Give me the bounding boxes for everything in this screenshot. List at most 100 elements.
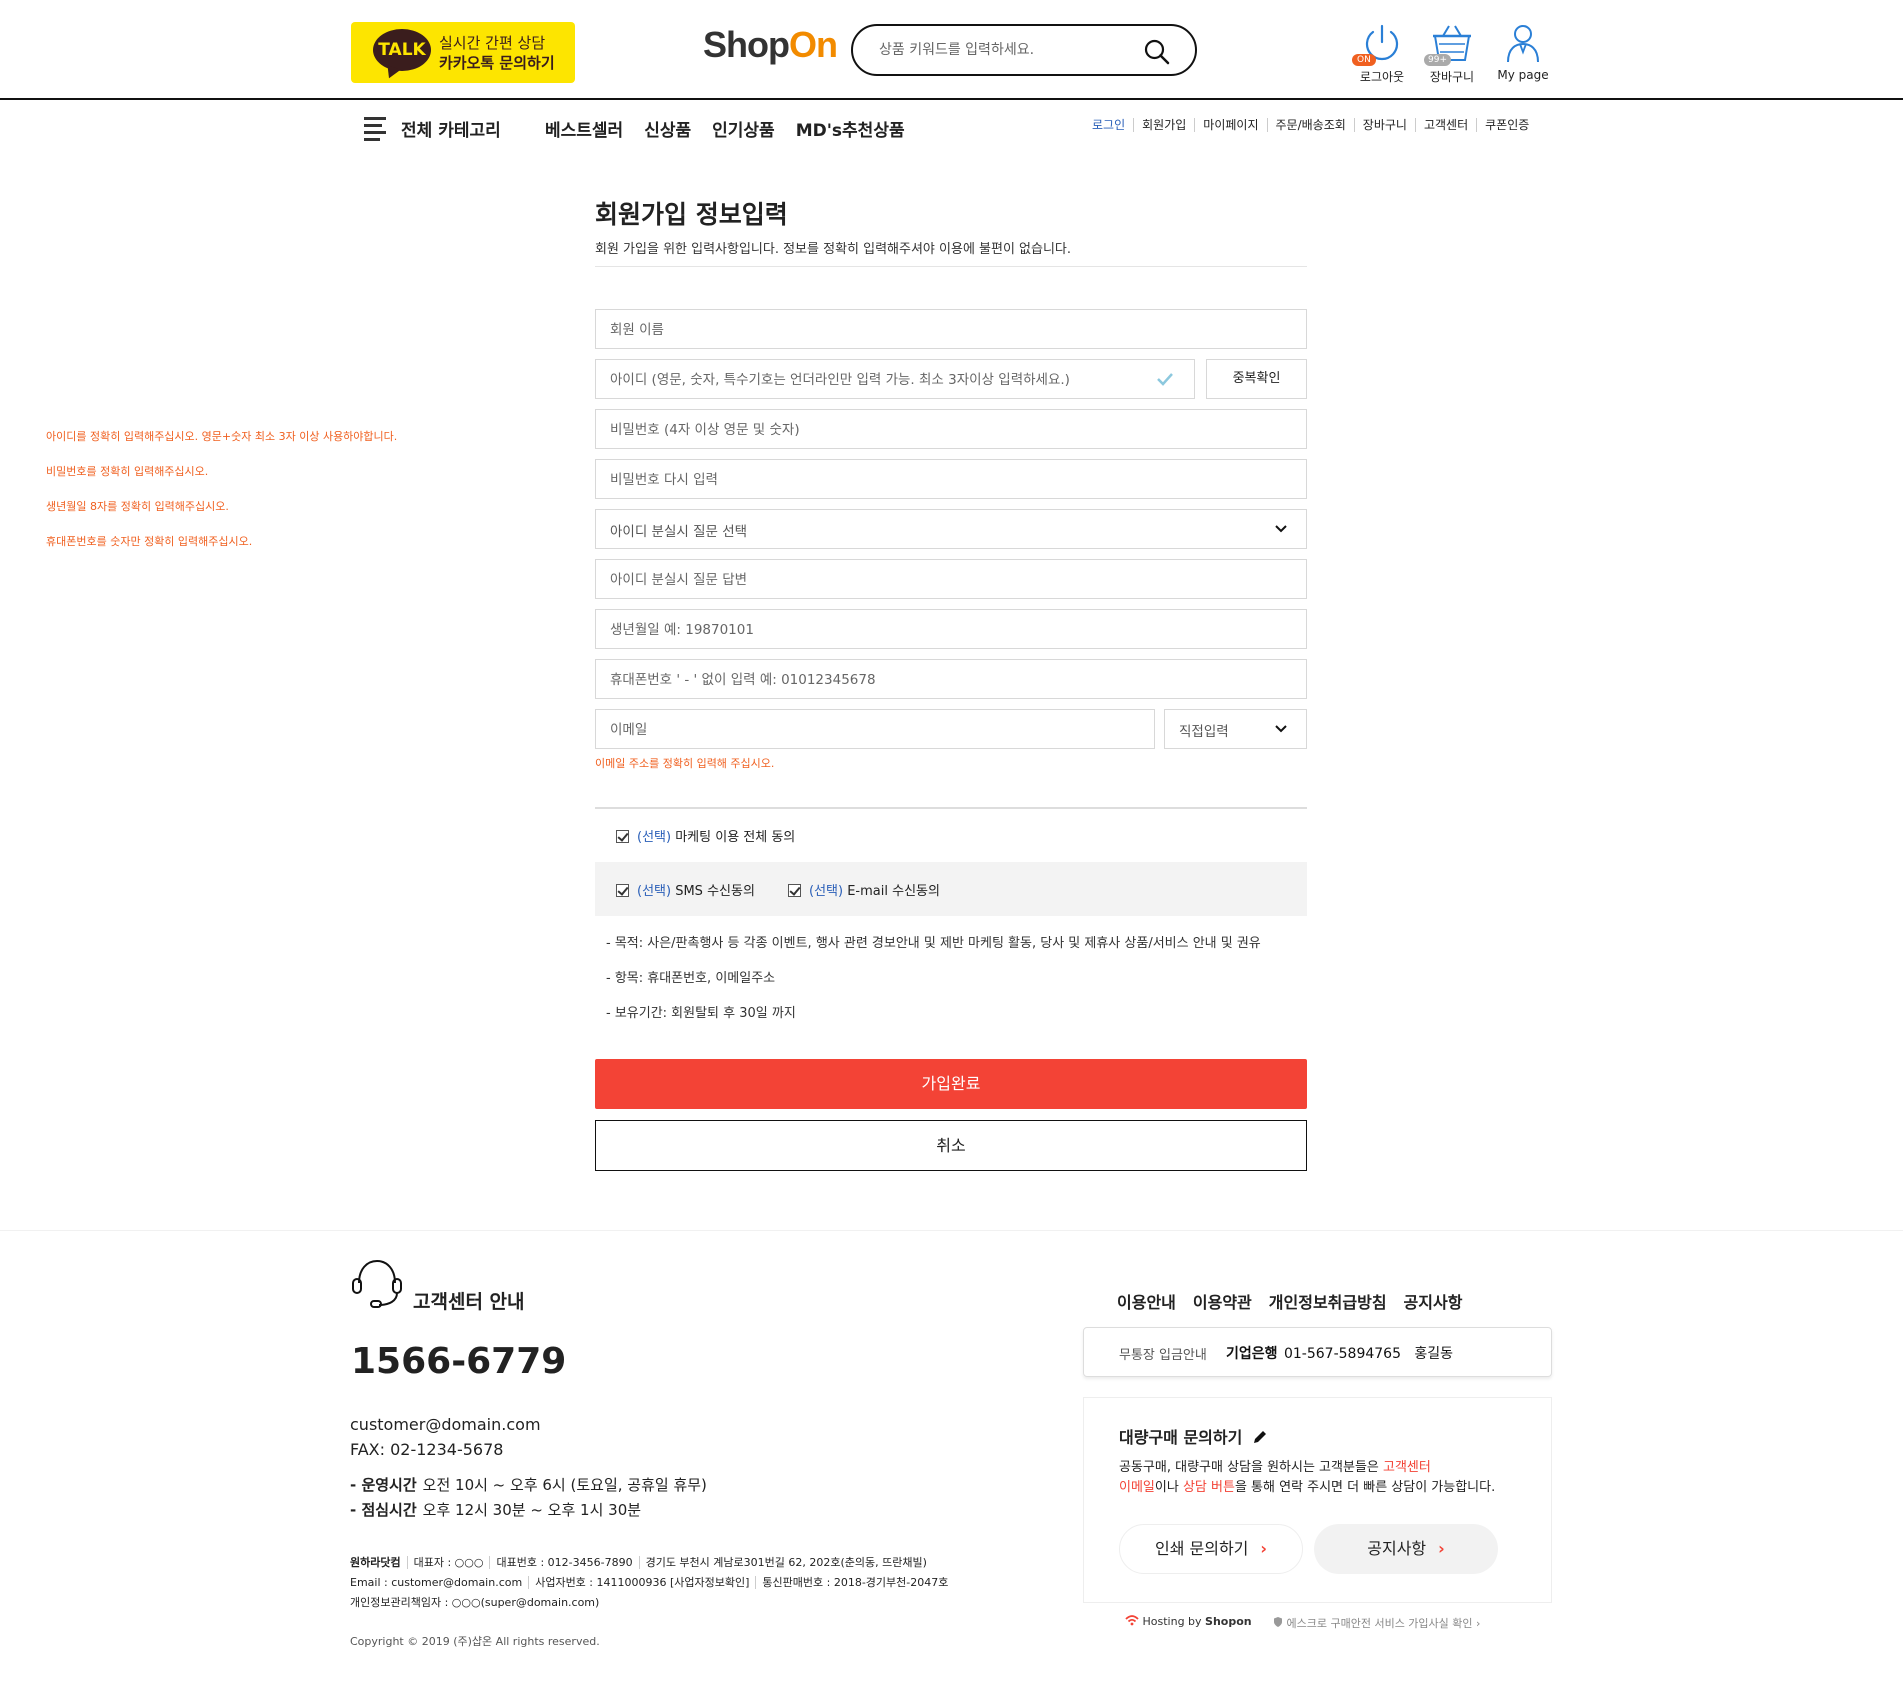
password-input[interactable] [610, 420, 1249, 440]
bulk-desc-text: 공동구매, 대량구매 상담을 원하시는 고객분들은 [1119, 1460, 1383, 1475]
escrow-text: 에스크로 구매안전 서비스 가입사실 확인 [1286, 1617, 1473, 1630]
menu-icon[interactable] [364, 117, 386, 141]
bank-label: 무통장 입금안내 [1119, 1348, 1207, 1363]
util-menu: 로그인 회원가입 마이페이지 주문/배송조회 장바구니 고객센터 쿠폰인증 [1092, 118, 1537, 132]
name-input[interactable] [610, 320, 1249, 340]
kakao-line1: 실시간 간편 상담 [439, 34, 546, 52]
cs-fax: FAX: 02-1234-5678 [350, 1440, 504, 1459]
bulk-desc-text: 을 통해 연락 주시면 더 빠른 상담이 가능합니다. [1234, 1480, 1496, 1495]
email-input[interactable] [610, 720, 1113, 740]
logout-button[interactable]: ON 로그아웃 [1352, 22, 1412, 94]
footer-link-guide[interactable]: 이용안내 [1117, 1289, 1176, 1313]
menu-popular[interactable]: 인기상품 [712, 116, 775, 141]
corp-ceo: 대표자 : ○○○ [406, 1556, 490, 1569]
hosting-info: Hosting by Shopon [1125, 1615, 1252, 1628]
search-input[interactable] [879, 38, 1139, 62]
hosting-brand: Shopon [1205, 1615, 1252, 1628]
bulk-description: 공동구매, 대량구매 상담을 원하시는 고객분들은 고객센터 이메일이나 상담 … [1119, 1458, 1495, 1498]
bank-value: 기업은행 01-567-5894765 홍길동 [1226, 1343, 1453, 1363]
footer-links: 이용안내 이용약관 개인정보취급방침 공지사항 [1117, 1289, 1462, 1313]
cart-count-badge: 99+ [1424, 54, 1451, 66]
validation-errors: 아이디를 정확히 입력해주십시오. 영문+숫자 최소 3자 이상 사용하야합니다… [46, 428, 397, 568]
error-id: 아이디를 정확히 입력해주십시오. 영문+숫자 최소 3자 이상 사용하야합니다… [46, 430, 398, 443]
util-join[interactable]: 회원가입 [1133, 118, 1194, 132]
phone-input[interactable] [610, 670, 1249, 690]
password-confirm-field [595, 459, 1307, 499]
phone-field [595, 659, 1307, 699]
menu-bestseller[interactable]: 베스트셀러 [545, 116, 623, 141]
hours-label: - 운영시간 [350, 1476, 417, 1494]
cs-hours: - 운영시간 오전 10시 ~ 오후 6시 (토요일, 공휴일 휴무) [350, 1474, 707, 1495]
print-inquiry-label: 인쇄 문의하기 [1155, 1539, 1249, 1558]
mypage-button[interactable]: My page [1493, 22, 1553, 94]
util-mypage[interactable]: 마이페이지 [1194, 118, 1266, 132]
checkbox-checked[interactable] [616, 830, 629, 843]
kakao-consult-banner[interactable]: TALK 실시간 간편 상담 카카오톡 문의하기 [351, 22, 575, 83]
agree-sms-label: SMS 수신동의 [675, 884, 755, 899]
footer-link-terms[interactable]: 이용약관 [1193, 1289, 1252, 1313]
all-category-link[interactable]: 전체 카테고리 [401, 116, 501, 141]
lunch-label: - 점심시간 [350, 1501, 417, 1519]
shopon-logo[interactable]: ShopOn [703, 24, 838, 66]
error-password: 비밀번호를 정확히 입력해주십시오. [46, 465, 209, 478]
agree-note: - 항목: 휴대폰번호, 이메일주소 [606, 971, 776, 986]
footer-link-notice[interactable]: 공지사항 [1404, 1289, 1463, 1313]
util-coupon[interactable]: 쿠폰인증 [1476, 118, 1537, 132]
question-select[interactable]: 아이디 분실시 질문 선택 [595, 509, 1307, 549]
bulk-inquiry-box: 대량구매 문의하기 공동구매, 대량구매 상담을 원하시는 고객분들은 고객센터… [1083, 1397, 1552, 1603]
search-icon[interactable] [1143, 38, 1171, 66]
optional-tag: (선택) [637, 884, 672, 899]
logout-label: 로그아웃 [1359, 70, 1405, 84]
submit-button[interactable]: 가입완료 [595, 1059, 1307, 1109]
print-inquiry-button[interactable]: 인쇄 문의하기 › [1119, 1524, 1303, 1574]
corp-privacy-officer: 개인정보관리책임자 : ○○○(super@domain.com) [350, 1596, 600, 1609]
checkbox-checked[interactable] [788, 884, 801, 897]
error-birth: 생년월일 8자를 정확히 입력해주십시오. [46, 500, 229, 513]
wifi-icon [1125, 1615, 1139, 1626]
pencil-icon [1253, 1431, 1266, 1443]
answer-input[interactable] [610, 570, 1249, 590]
corp-address: 경기도 부천시 계남로301번길 62, 202호(춘의동, 뜨란채빌) [638, 1556, 933, 1569]
util-cs[interactable]: 고객센터 [1414, 118, 1476, 132]
chevron-right-icon: › [1438, 1539, 1445, 1558]
mypage-label: My page [1497, 68, 1549, 82]
email-domain-select[interactable]: 직접입력 [1164, 709, 1307, 749]
password-confirm-input[interactable] [610, 470, 1249, 490]
page-title: 회원가입 정보입력 [595, 200, 788, 229]
notice-button[interactable]: 공지사항 › [1314, 1524, 1498, 1574]
id-input[interactable] [610, 370, 1149, 390]
agree-note: - 목적: 사은/판촉행사 등 각종 이벤트, 행사 관련 경보안내 및 제반 … [606, 936, 1261, 951]
util-cart[interactable]: 장바구니 [1353, 118, 1415, 132]
bulk-desc-text: 이나 [1154, 1480, 1183, 1495]
logo-part2: On [788, 24, 838, 65]
duplicate-check-button[interactable]: 중복확인 [1206, 359, 1307, 399]
agree-notes: - 목적: 사은/판촉행사 등 각종 이벤트, 행사 관련 경보안내 및 제반 … [606, 932, 1261, 1037]
footer-link-privacy[interactable]: 개인정보취급방침 [1269, 1289, 1387, 1313]
menu-md-pick[interactable]: MD's추천상품 [796, 116, 905, 141]
birth-input[interactable] [610, 620, 1249, 640]
cs-lunch: - 점심시간 오후 12시 30분 ~ 오후 1시 30분 [350, 1499, 641, 1520]
cs-email[interactable]: customer@domain.com [350, 1415, 541, 1434]
agree-all-checkbox[interactable]: (선택) 마케팅 이용 전체 동의 [616, 826, 795, 845]
birth-field [595, 609, 1307, 649]
cancel-button[interactable]: 취소 [595, 1120, 1307, 1171]
check-icon [1157, 373, 1173, 386]
password-field [595, 409, 1307, 449]
search-box [851, 24, 1197, 76]
cart-button[interactable]: 99+ 장바구니 [1422, 22, 1482, 94]
bulk-title: 대량구매 문의하기 [1119, 1424, 1268, 1448]
util-orders[interactable]: 주문/배송조회 [1266, 118, 1354, 132]
email-error: 이메일 주소를 정확히 입력해 주십시오. [595, 757, 775, 770]
menu-new[interactable]: 신상품 [644, 116, 691, 141]
agree-sms-checkbox[interactable]: (선택) SMS 수신동의 [616, 880, 755, 899]
corp-email: Email : customer@domain.com [350, 1576, 523, 1589]
agree-note: - 보유기간: 회원탈퇴 후 30일 까지 [606, 1006, 796, 1021]
optional-tag: (선택) [637, 830, 672, 845]
util-login[interactable]: 로그인 [1092, 118, 1133, 132]
bank-holder: 홍길동 [1414, 1346, 1453, 1362]
header: TALK 실시간 간편 상담 카카오톡 문의하기 ShopOn ON 로그아웃 … [0, 0, 1903, 100]
escrow-link[interactable]: 에스크로 구매안전 서비스 가입사실 확인 › [1273, 1615, 1480, 1631]
corp-bizno[interactable]: 사업자번호 : 1411000936 [사업자정보확인] [528, 1576, 756, 1589]
agree-email-checkbox[interactable]: (선택) E-mail 수신동의 [788, 880, 940, 899]
checkbox-checked[interactable] [616, 884, 629, 897]
